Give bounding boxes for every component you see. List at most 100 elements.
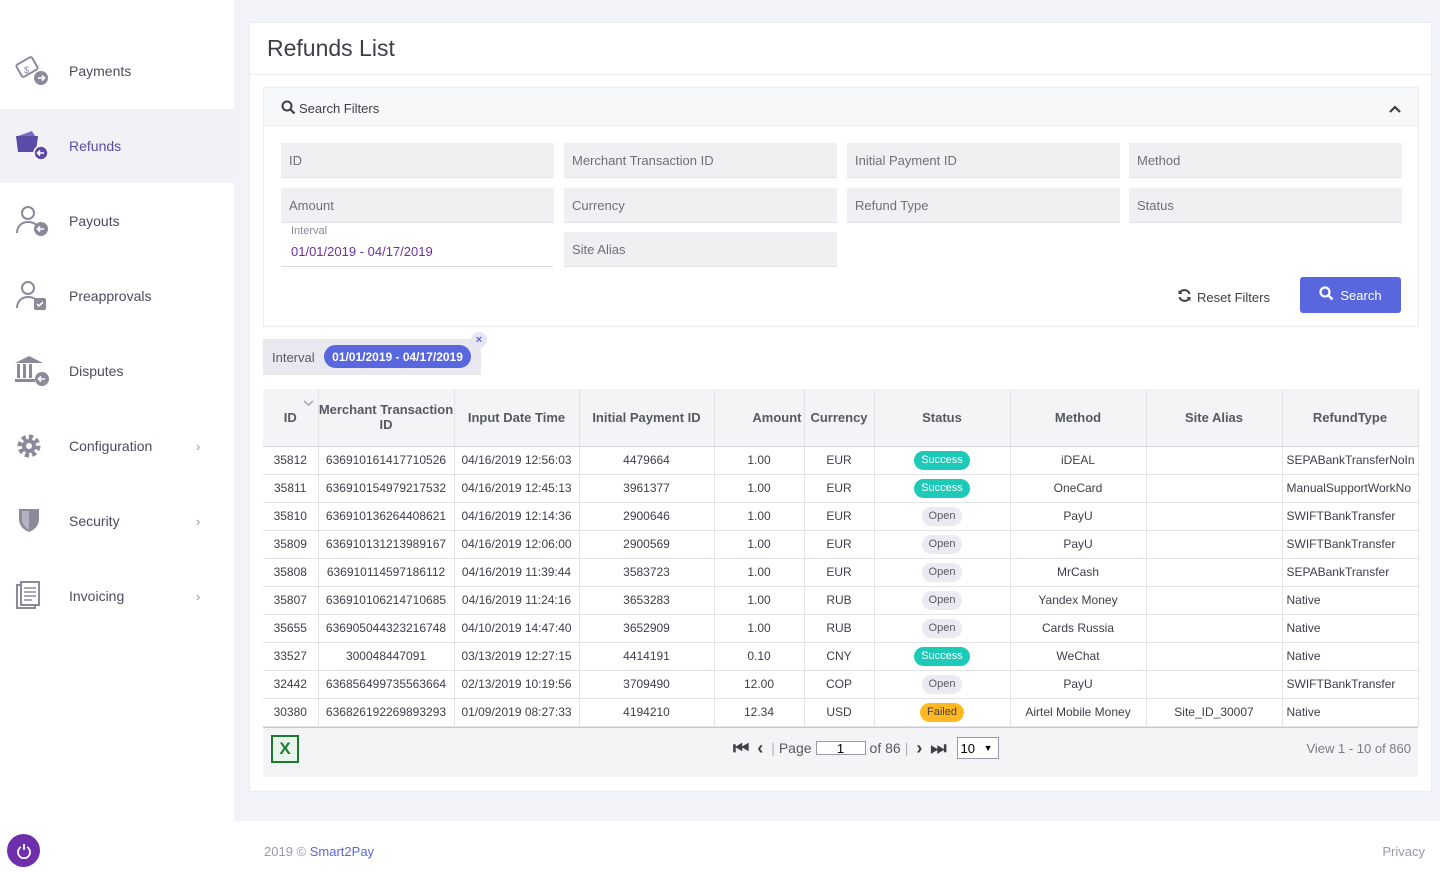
- column-header-amount[interactable]: Amount: [714, 389, 805, 447]
- cell-input-date-time: 04/16/2019 12:45:13: [454, 474, 580, 503]
- cell-id: 35807: [263, 586, 319, 615]
- privacy-link[interactable]: Privacy: [1382, 844, 1425, 859]
- cell-initial-payment-id: 3709490: [579, 670, 715, 699]
- footer: 2019 © Smart2Pay Privacy: [234, 821, 1440, 872]
- id-field[interactable]: [281, 143, 554, 178]
- status-input[interactable]: [1129, 188, 1402, 222]
- amount-input[interactable]: [281, 188, 554, 222]
- column-header-merchant-transaction-id[interactable]: Merchant Transaction ID: [318, 389, 455, 447]
- cell-site-alias: [1146, 586, 1283, 615]
- active-filter-chip[interactable]: 01/01/2019 - 04/17/2019: [324, 345, 471, 368]
- cell-site-alias: [1146, 558, 1283, 587]
- cell-id: 35809: [263, 530, 319, 559]
- search-button[interactable]: Search: [1300, 277, 1401, 313]
- merchant-transaction-id-field[interactable]: [564, 143, 837, 178]
- chevron-up-icon[interactable]: [1388, 102, 1402, 117]
- sidebar-item-label: Refunds: [69, 138, 122, 154]
- cell-initial-payment-id: 4194210: [579, 698, 715, 727]
- table-row[interactable]: 35810 636910136264408621 04/16/2019 12:14:…: [263, 502, 1419, 531]
- site-alias-field[interactable]: [564, 232, 837, 267]
- cell-currency: EUR: [804, 502, 875, 531]
- sidebar-item-invoicing[interactable]: Invoicing ›: [0, 559, 234, 633]
- cell-merchant-transaction-id: 636826192269893293: [318, 698, 455, 727]
- cell-initial-payment-id: 2900646: [579, 502, 715, 531]
- cell-amount: 1.00: [714, 502, 805, 531]
- interval-field[interactable]: Interval 01/01/2019 - 04/17/2019: [281, 225, 553, 267]
- table-row[interactable]: 35811 636910154979217532 04/16/2019 12:45:…: [263, 474, 1419, 503]
- rows-per-page-select[interactable]: 10 ▼: [956, 737, 999, 759]
- column-header-status[interactable]: Status: [874, 389, 1011, 447]
- close-icon[interactable]: ×: [471, 332, 487, 348]
- column-header-input-date-time[interactable]: Input Date Time: [454, 389, 580, 447]
- sidebar-item-refunds[interactable]: Refunds: [0, 109, 234, 183]
- cell-merchant-transaction-id: 300048447091: [318, 642, 455, 671]
- column-header-site-alias[interactable]: Site Alias: [1146, 389, 1283, 447]
- cell-status: Failed: [874, 698, 1011, 727]
- column-header-id[interactable]: ID: [263, 389, 319, 447]
- table-row[interactable]: 33527 300048447091 03/13/2019 12:27:15 4414…: [263, 642, 1419, 671]
- search-filters-header[interactable]: Search Filters: [264, 88, 1418, 126]
- previous-page-icon[interactable]: ‹: [757, 738, 763, 759]
- cell-method: PayU: [1010, 530, 1147, 559]
- excel-icon[interactable]: X: [271, 735, 299, 763]
- view-info: View 1 - 10 of 860: [1306, 741, 1411, 756]
- refund-type-input[interactable]: [847, 188, 1120, 222]
- sidebar-item-label: Payments: [69, 63, 132, 79]
- status-badge: Open: [921, 674, 963, 694]
- cell-initial-payment-id: 2900569: [579, 530, 715, 559]
- preapprovals-icon: [12, 276, 52, 316]
- reset-filters-button[interactable]: Reset Filters: [1177, 287, 1270, 307]
- power-icon[interactable]: [7, 834, 40, 867]
- brand-link[interactable]: Smart2Pay: [310, 844, 374, 859]
- amount-field[interactable]: [281, 188, 554, 223]
- cell-status: Success: [874, 446, 1011, 475]
- column-header-initial-payment-id[interactable]: Initial Payment ID: [579, 389, 715, 447]
- sidebar-item-disputes[interactable]: Disputes: [0, 334, 234, 408]
- initial-payment-id-input[interactable]: [847, 143, 1120, 177]
- cell-currency: RUB: [804, 614, 875, 643]
- cell-refund-type: SWIFTBankTransfer: [1282, 502, 1419, 531]
- table-row[interactable]: 35809 636910131213989167 04/16/2019 12:06:…: [263, 530, 1419, 559]
- table-row[interactable]: 32442 636856499735563664 02/13/2019 10:19:…: [263, 670, 1419, 699]
- table-row[interactable]: 35812 636910161417710526 04/16/2019 12:56:…: [263, 446, 1419, 475]
- cell-input-date-time: 04/16/2019 12:14:36: [454, 502, 580, 531]
- status-field[interactable]: [1129, 188, 1402, 223]
- table-row[interactable]: 35808 636910114597186112 04/16/2019 11:39:…: [263, 558, 1419, 587]
- method-field[interactable]: [1129, 143, 1402, 178]
- sidebar-item-label: Preapprovals: [69, 288, 152, 304]
- divider: [250, 74, 1431, 75]
- id-input[interactable]: [281, 143, 554, 177]
- site-alias-input[interactable]: [564, 232, 837, 266]
- interval-value[interactable]: 01/01/2019 - 04/17/2019: [291, 244, 433, 259]
- cell-merchant-transaction-id: 636910161417710526: [318, 446, 455, 475]
- table-row[interactable]: 30380 636826192269893293 01/09/2019 08:27:…: [263, 698, 1419, 727]
- table-row[interactable]: 35655 636905044323216748 04/10/2019 14:47:…: [263, 614, 1419, 643]
- column-header-method[interactable]: Method: [1010, 389, 1147, 447]
- pager: ⏮ ‹ | Page of 86 | › ⏭ 10 ▼: [729, 736, 999, 760]
- sidebar-item-preapprovals[interactable]: Preapprovals: [0, 259, 234, 333]
- method-input[interactable]: [1129, 143, 1402, 177]
- page-label: Page: [778, 740, 812, 756]
- interval-label: Interval: [291, 225, 328, 237]
- refund-type-field[interactable]: [847, 188, 1120, 223]
- currency-field[interactable]: [564, 188, 837, 223]
- table-row[interactable]: 35807 636910106214710685 04/16/2019 11:24:…: [263, 586, 1419, 615]
- merchant-transaction-id-input[interactable]: [564, 143, 837, 177]
- status-badge: Open: [921, 562, 963, 582]
- last-page-icon[interactable]: ⏭: [930, 738, 946, 759]
- initial-payment-id-field[interactable]: [847, 143, 1120, 178]
- cell-input-date-time: 03/13/2019 12:27:15: [454, 642, 580, 671]
- column-header-refund-type[interactable]: RefundType: [1282, 389, 1419, 447]
- cell-id: 35808: [263, 558, 319, 587]
- sidebar-item-payouts[interactable]: Payouts: [0, 184, 234, 258]
- status-badge: Open: [921, 506, 963, 526]
- column-header-currency[interactable]: Currency: [804, 389, 875, 447]
- table-header-row: ID Merchant Transaction ID Input Date Ti…: [263, 389, 1419, 447]
- first-page-icon[interactable]: ⏮: [733, 738, 749, 759]
- sidebar-item-payments[interactable]: $ Payments: [0, 34, 234, 108]
- page-number-input[interactable]: [815, 741, 866, 755]
- sidebar-item-security[interactable]: Security ›: [0, 484, 234, 558]
- next-page-icon[interactable]: ›: [916, 738, 922, 759]
- sidebar-item-configuration[interactable]: Configuration ›: [0, 409, 234, 483]
- currency-input[interactable]: [564, 188, 837, 222]
